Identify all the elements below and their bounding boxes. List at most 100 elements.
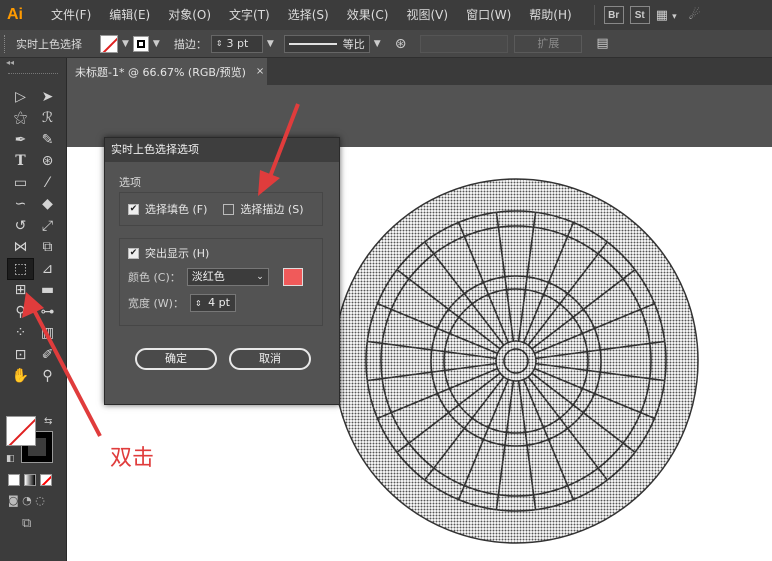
disabled-field — [420, 34, 509, 53]
menu-window[interactable]: 窗口(W) — [457, 0, 520, 30]
options-section-label: 选项 — [119, 176, 141, 189]
select-fill-checkbox[interactable]: ✔ — [128, 203, 139, 215]
shaper-icon[interactable]: ∽ — [7, 194, 34, 216]
symbol-sprayer-icon[interactable]: ⁘ — [7, 323, 34, 345]
document-tab-title: 未标题-1* @ 66.67% (RGB/预览) — [75, 65, 246, 79]
draw-mode-icon[interactable]: ◙ ◔ ◌ — [8, 494, 45, 507]
swap-icon[interactable]: ⇆ — [44, 416, 52, 427]
highlight-label[interactable]: 突出显示 (H) — [145, 245, 209, 261]
wheel-outer-ring[interactable] — [333, 178, 699, 544]
select-fill-label[interactable]: 选择填色 (F) — [145, 201, 207, 217]
stroke-weight-value: 3 pt — [226, 37, 249, 50]
app-logo: Ai — [7, 6, 23, 23]
rectangle-icon[interactable]: ▭ — [7, 172, 34, 194]
chevron-down-icon: ⌄ — [256, 272, 264, 282]
eraser-icon[interactable]: ◆ — [34, 194, 61, 216]
control-bar: 实时上色选择 ▼ ▼ 描边： ⇕ 3 pt ▼ 等比 ▼ ⊛ 扩展 ▤ — [0, 30, 772, 58]
highlight-color-swatch[interactable] — [282, 268, 303, 286]
gpu-performance-icon[interactable]: ☄ — [689, 8, 701, 23]
close-icon[interactable]: × — [256, 66, 264, 77]
brush-icon[interactable]: ⁄ — [34, 172, 61, 194]
panel-grip-icon — [8, 73, 58, 77]
stepper-icon[interactable]: ⇕ — [195, 299, 202, 308]
select-stroke-checkbox[interactable] — [223, 203, 235, 215]
graph-icon[interactable]: ▥ — [34, 323, 61, 345]
zoom-icon[interactable]: ⚲ — [34, 366, 61, 388]
hand-icon[interactable]: ✋ — [7, 366, 34, 388]
stroke-profile-label: 等比 — [342, 37, 365, 51]
menu-file[interactable]: 文件(F) — [42, 0, 100, 30]
live-paint-group[interactable] — [330, 175, 702, 547]
panel-menu-icon[interactable]: ▤ — [596, 36, 608, 51]
document-tab-bar: 未标题-1* @ 66.67% (RGB/预览) × — [67, 58, 772, 85]
select-stroke-label[interactable]: 选择描边 (S) — [240, 201, 303, 217]
menu-effect[interactable]: 效果(C) — [338, 0, 398, 30]
direct-selection-icon[interactable]: ➤ — [34, 86, 61, 108]
fill-stroke-widget[interactable]: ⇆ ◧ — [6, 416, 56, 466]
collapse-icon[interactable]: ◂◂ — [0, 58, 66, 70]
chevron-down-icon[interactable]: ▼ — [122, 39, 129, 49]
chevron-down-icon[interactable]: ▼ — [374, 39, 381, 49]
default-colors-icon[interactable]: ◧ — [6, 454, 15, 464]
scale-icon[interactable]: ⤢ — [34, 215, 61, 237]
pen-icon[interactable]: ✒ — [7, 129, 34, 151]
perspective-icon[interactable]: ⊿ — [34, 258, 61, 280]
expand-button[interactable]: 扩展 — [514, 34, 583, 53]
color-dropdown[interactable]: 淡红色 ⌄ — [186, 268, 269, 286]
gradient-icon[interactable]: ▬ — [34, 280, 61, 302]
menu-edit[interactable]: 编辑(E) — [100, 0, 159, 30]
live-paint-selection-options-dialog: 实时上色选择选项 选项 ✔ 选择填色 (F) 选择描边 (S) ✔ 突出显示 (… — [104, 137, 340, 405]
workspace-layout-icon[interactable]: ▦ ▾ — [656, 8, 677, 23]
width-value: 4 pt — [208, 296, 230, 309]
width-label: 宽度 (W)： — [128, 297, 184, 310]
menu-view[interactable]: 视图(V) — [397, 0, 457, 30]
selection-icon[interactable]: ▷ — [7, 86, 34, 108]
stroke-swatch[interactable] — [132, 35, 149, 52]
bridge-button[interactable]: Br — [603, 6, 624, 24]
rotate-tool-icon[interactable]: ↺ — [7, 215, 34, 237]
tools-panel: ◂◂ ▷ ➤ ⚝ ℛ ✒ ✎ T ⊛ ▭ ⁄ ∽ ◆ ↺ ⤢ ⋈ ⧉ ⬚ ⊿ ⊞… — [0, 58, 67, 561]
cancel-button[interactable]: 取消 — [229, 348, 311, 370]
menu-object[interactable]: 对象(O) — [159, 0, 220, 30]
menu-select[interactable]: 选择(S) — [279, 0, 338, 30]
stroke-weight-input[interactable]: ⇕ 3 pt — [210, 34, 263, 53]
fill-swatch[interactable] — [100, 34, 118, 53]
ok-button[interactable]: 确定 — [135, 348, 217, 370]
slice-icon[interactable]: ✐ — [34, 344, 61, 366]
lasso-icon[interactable]: ℛ — [34, 108, 61, 130]
stock-button[interactable]: St — [629, 6, 650, 24]
highlight-checkbox[interactable]: ✔ — [128, 247, 139, 259]
free-transform-icon[interactable]: ⧉ — [34, 237, 61, 259]
chevron-down-icon[interactable]: ▼ — [267, 39, 274, 49]
annotation-text: 双击 — [110, 446, 155, 471]
chevron-down-icon[interactable]: ▼ — [153, 39, 160, 49]
color-dropdown-value: 淡红色 — [191, 270, 225, 283]
color-label: 颜色 (C)： — [128, 271, 181, 284]
blend-icon[interactable]: ⊶ — [34, 301, 61, 323]
stepper-icon[interactable]: ⇕ — [216, 39, 223, 48]
stroke-label: 描边： — [173, 37, 207, 51]
menu-items: 文件(F) 编辑(E) 对象(O) 文字(T) 选择(S) 效果(C) 视图(V… — [42, 0, 581, 30]
live-paint-selection-icon[interactable]: ⬚ — [7, 258, 34, 280]
recolor-artwork-icon[interactable]: ⊛ — [395, 36, 407, 52]
mesh-icon[interactable]: ⊞ — [7, 280, 34, 302]
artboard-icon[interactable]: ⊡ — [7, 344, 34, 366]
none-mode-button[interactable] — [40, 474, 52, 486]
rotate-icon[interactable]: ⊛ — [34, 151, 61, 173]
fill-color-box[interactable] — [6, 416, 36, 446]
type-icon[interactable]: T — [7, 151, 34, 173]
color-mode-button[interactable] — [8, 474, 20, 486]
eyedropper-icon[interactable]: ⚲ — [7, 301, 34, 323]
document-tab[interactable]: 未标题-1* @ 66.67% (RGB/预览) × — [67, 58, 267, 85]
width-icon[interactable]: ⋈ — [7, 237, 34, 259]
current-tool-label: 实时上色选择 — [16, 37, 82, 51]
screen-mode-icon[interactable]: ⧉ — [22, 516, 31, 531]
curvature-icon[interactable]: ✎ — [34, 129, 61, 151]
menu-separator — [593, 5, 595, 25]
gradient-mode-button[interactable] — [24, 474, 36, 486]
width-input[interactable]: ⇕ 4 pt — [189, 294, 236, 312]
menu-help[interactable]: 帮助(H) — [520, 0, 580, 30]
menu-type[interactable]: 文字(T) — [220, 0, 279, 30]
magic-wand-icon[interactable]: ⚝ — [7, 108, 34, 130]
stroke-profile-dropdown[interactable]: 等比 — [283, 34, 370, 53]
